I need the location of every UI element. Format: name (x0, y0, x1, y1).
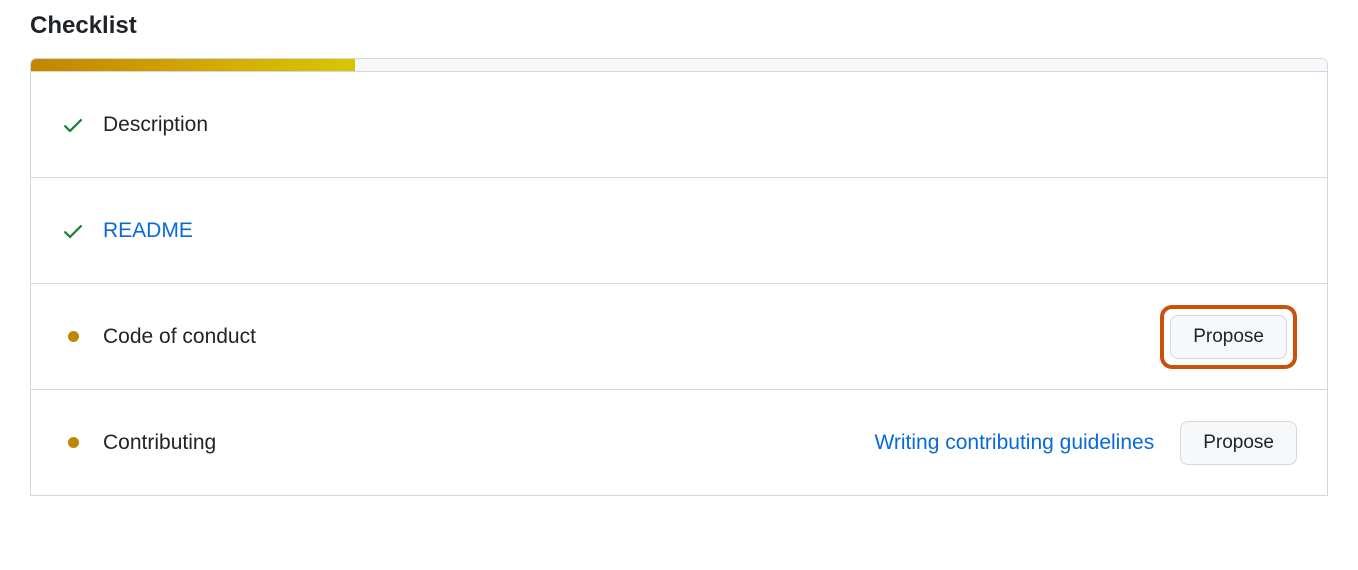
list-item: Description (31, 72, 1327, 178)
item-label-contributing: Contributing (103, 431, 856, 455)
check-icon (61, 113, 85, 137)
check-icon (61, 219, 85, 243)
checklist-heading: Checklist (30, 0, 1328, 58)
propose-button[interactable]: Propose (1180, 421, 1297, 465)
checklist-list: Description README Code of conduct Propo… (30, 72, 1328, 496)
pending-dot-icon (61, 437, 85, 448)
pending-dot-icon (61, 331, 85, 342)
list-item: Code of conduct Propose (31, 284, 1327, 390)
item-link-readme[interactable]: README (103, 219, 1297, 243)
item-label-code-of-conduct: Code of conduct (103, 325, 1142, 349)
highlight-outline: Propose (1160, 305, 1297, 369)
progress-bar-fill (31, 59, 355, 71)
item-label-description: Description (103, 113, 1297, 137)
list-item: Contributing Writing contributing guidel… (31, 390, 1327, 496)
list-item: README (31, 178, 1327, 284)
help-link-contributing[interactable]: Writing contributing guidelines (874, 431, 1154, 455)
propose-button[interactable]: Propose (1170, 315, 1287, 359)
progress-bar-container (30, 58, 1328, 72)
